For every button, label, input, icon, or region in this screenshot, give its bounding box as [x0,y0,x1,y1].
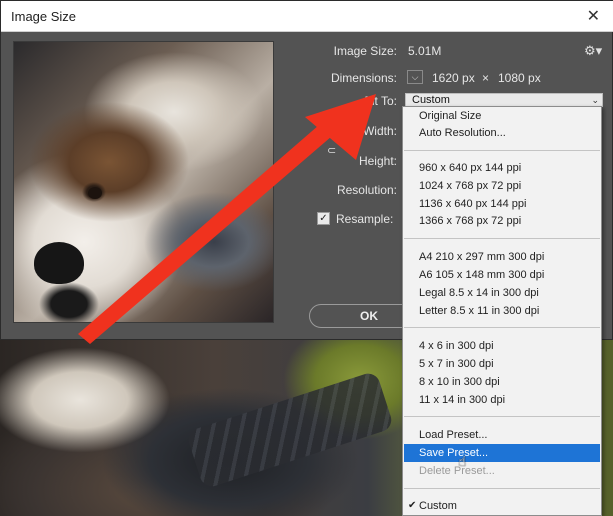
resolution-label: Resolution: [336,183,397,197]
dimensions-times: × [482,71,490,85]
menu-separator [404,416,600,417]
menu-item-preset[interactable]: A4 210 x 297 mm 300 dpi [404,248,600,266]
menu-item-preset[interactable]: 1366 x 768 px 72 ppi [404,212,600,230]
menu-item-original-size[interactable]: Original Size [404,107,600,125]
resample-checkbox[interactable]: ✓ [317,212,330,225]
gear-icon[interactable]: ⚙▾ [584,43,602,59]
menu-item-custom[interactable]: ✔ Custom [404,497,600,515]
menu-item-preset[interactable]: Letter 8.5 x 11 in 300 dpi [404,302,600,320]
menu-item-custom-label: Custom [419,500,457,512]
dimensions-width: 1620 px [432,71,475,85]
chevron-down-icon[interactable]: ⌵ [407,70,423,84]
menu-item-preset[interactable]: 1024 x 768 px 72 ppi [404,177,600,195]
fit-to-value: Custom [412,94,450,106]
fit-to-label: Fit To: [364,94,397,108]
menu-item-preset[interactable]: 960 x 640 px 144 ppi [404,159,600,177]
menu-item-preset[interactable]: 4 x 6 in 300 dpi [404,337,600,355]
menu-item-save-preset[interactable]: Save Preset... [404,444,600,462]
menu-item-auto-resolution[interactable]: Auto Resolution... [404,124,600,142]
menu-item-preset[interactable]: 8 x 10 in 300 dpi [404,373,600,391]
hand-cursor-icon: ☝ [458,453,467,469]
menu-item-preset[interactable]: 11 x 14 in 300 dpi [404,391,600,409]
dimensions-label: Dimensions: [330,71,397,85]
menu-item-preset[interactable]: A6 105 x 148 mm 300 dpi [404,266,600,284]
menu-item-preset[interactable]: Legal 8.5 x 14 in 300 dpi [404,284,600,302]
fit-to-select[interactable]: Custom ⌄ [405,93,603,107]
width-label: Width: [362,124,397,138]
menu-separator [404,238,600,239]
fit-to-menu: Original Size Auto Resolution... 960 x 6… [402,106,602,516]
dog-eye [88,187,102,199]
height-label: Height: [358,154,397,168]
image-size-value: 5.01M [408,44,442,58]
resample-label: Resample: [336,212,394,226]
menu-item-preset[interactable]: 1136 x 640 px 144 ppi [404,195,600,213]
menu-item-load-preset[interactable]: Load Preset... [404,426,600,444]
window-title: Image Size [11,9,77,24]
menu-separator [404,488,600,489]
menu-item-delete-preset: Delete Preset... [419,465,495,477]
chevron-down-icon: ⌄ [591,95,599,105]
dimensions-height: 1080 px [498,71,541,85]
dog-nose [34,242,84,284]
checkmark-icon: ✔ [408,500,417,511]
title-bar: Image Size ✕ [1,1,613,32]
close-icon[interactable]: ✕ [587,6,600,26]
image-preview[interactable] [13,41,274,323]
menu-separator [404,327,600,328]
menu-item-preset[interactable]: 5 x 7 in 300 dpi [404,355,600,373]
menu-separator [404,150,600,151]
image-size-label: Image Size: [333,44,397,58]
